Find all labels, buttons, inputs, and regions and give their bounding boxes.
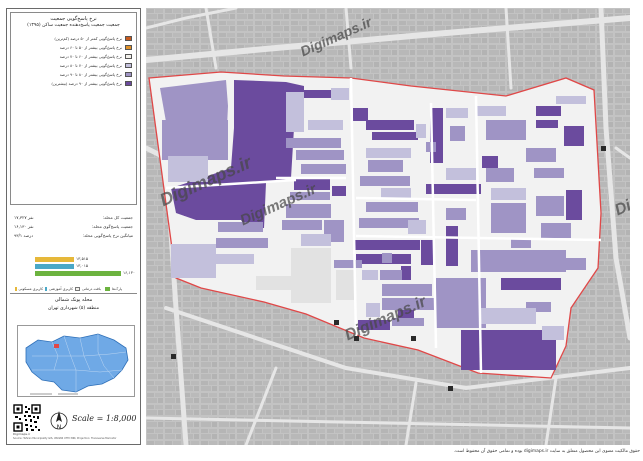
- legend-item: نرخ پاسخ‌گویی بیشتر از ۸۰ تا ۹۰ درصد: [60, 71, 132, 77]
- bar-residential: [35, 257, 74, 262]
- legend-subtitle: جمعیت جمعیت پاسخ‌دهنده جمعیت ساکن (۱۳۹۵): [27, 23, 120, 28]
- bar-label-residential: ۱۳,۵۱۵: [76, 256, 89, 261]
- legend-item: نرخ پاسخ‌گویی بیشتر از ۶۰ تا ۷۰ درصد: [60, 53, 132, 59]
- response-rate-legend: نرخ پاسخ‌گویی جمعیت جمعیت جمعیت پاسخ‌دهن…: [10, 12, 137, 205]
- land-use-item: پارک‌ها: [105, 286, 133, 292]
- map-credits: Source: Tehran Municipality GIS, WGS84 U…: [13, 437, 117, 440]
- tehran-locator-map: [17, 325, 135, 397]
- legend-item: نرخ پاسخ‌گویی بیشتر از ۵۰ تا ۶۰ درصد: [60, 44, 132, 50]
- neighborhood-marker: [54, 344, 59, 348]
- bar-label-educational: ۱۳,۰۱۵: [76, 263, 89, 268]
- land-use-swatch: [75, 287, 80, 291]
- legend-item-label: نرخ پاسخ‌گویی کمتر از ۵۰ درصد (کم‌ترین): [54, 35, 122, 41]
- legend-item-label: نرخ پاسخ‌گویی بیشتر از ۸۰ تا ۹۰ درصد: [59, 71, 122, 77]
- copyright-notice: حقوق مالکیت معنوی این محصول متعلق به سای…: [453, 449, 640, 454]
- legend-item: نرخ پاسخ‌گویی بیشتر از ۹۰ درصد (بیشترین): [51, 80, 132, 86]
- legend-item-label: نرخ پاسخ‌گویی بیشتر از ۶۰ تا ۷۰ درصد: [59, 53, 122, 59]
- stat-total-population: جمعیت کل محله: ۱۷,۳۲۷ نفر: [14, 215, 133, 220]
- district-subtitle: منطقه (۵) شهرداری تهران: [47, 306, 100, 311]
- land-use-swatch: [105, 287, 110, 291]
- land-use-swatch: [15, 287, 17, 291]
- north-arrow-icon: N: [50, 411, 68, 431]
- legend-swatch: [125, 62, 132, 68]
- stat-mean-response-rate: میانگین نرخ پاسخ‌گویی محله: ۹۳/۱ درصد: [14, 233, 133, 238]
- legend-item-label: نرخ پاسخ‌گویی بیشتر از ۹۰ درصد (بیشترین): [51, 80, 122, 86]
- svg-text:N: N: [57, 424, 62, 431]
- tehran-outline: [25, 333, 129, 393]
- legend-item-label: نرخ پاسخ‌گویی بیشتر از ۵۰ تا ۶۰ درصد: [59, 44, 122, 50]
- legend-swatch: [125, 53, 132, 59]
- land-use-item: بافت درمانی: [75, 286, 103, 292]
- population-bar-chart: ۱۳,۵۱۵ ۱۳,۰۱۵ ۱۶,۱۳۰: [35, 256, 135, 280]
- map-footer: N Scale = 1:8,000 Digimaps.ir Source: Te…: [10, 401, 137, 441]
- legend-swatch: [125, 35, 132, 41]
- legend-panel: نرخ پاسخ‌گویی جمعیت جمعیت جمعیت پاسخ‌دهن…: [6, 8, 141, 445]
- stat-responding-population: جمعیت پاسخ‌گوی محله: ۱۶,۱۳۰ نفر: [14, 224, 133, 229]
- neighborhood-title: محله پونک شمالی: [54, 297, 93, 303]
- neighborhood-map[interactable]: Digimaps.ir Digimaps.ir Digimaps.ir Digi…: [146, 8, 630, 445]
- legend-item: نرخ پاسخ‌گویی بیشتر از ۷۰ تا ۸۰ درصد: [60, 62, 132, 68]
- legend-title: نرخ پاسخ‌گویی جمعیت: [50, 16, 97, 22]
- legend-swatch: [125, 44, 132, 50]
- legend-item: نرخ پاسخ‌گویی کمتر از ۵۰ درصد (کم‌ترین): [54, 35, 132, 41]
- land-use-item: کاربری آموزشی: [45, 286, 73, 292]
- qr-code-icon: [13, 404, 41, 432]
- legend-item-label: نرخ پاسخ‌گویی بیشتر از ۷۰ تا ۸۰ درصد: [59, 62, 122, 68]
- map-sheet: نرخ پاسخ‌گویی جمعیت جمعیت جمعیت پاسخ‌دهن…: [0, 0, 643, 461]
- scale-text: Scale = 1:8,000: [72, 414, 137, 423]
- legend-swatch: [125, 71, 132, 77]
- divider: [10, 293, 137, 294]
- bar-label-total: ۱۶,۱۳۰: [123, 270, 136, 275]
- land-use-item: کاربری مسکونی: [15, 286, 43, 292]
- legend-swatch: [125, 80, 132, 86]
- map-canvas[interactable]: [146, 8, 630, 445]
- bar-educational: [35, 264, 74, 269]
- bar-total: [35, 271, 121, 276]
- land-use-swatch: [45, 287, 47, 291]
